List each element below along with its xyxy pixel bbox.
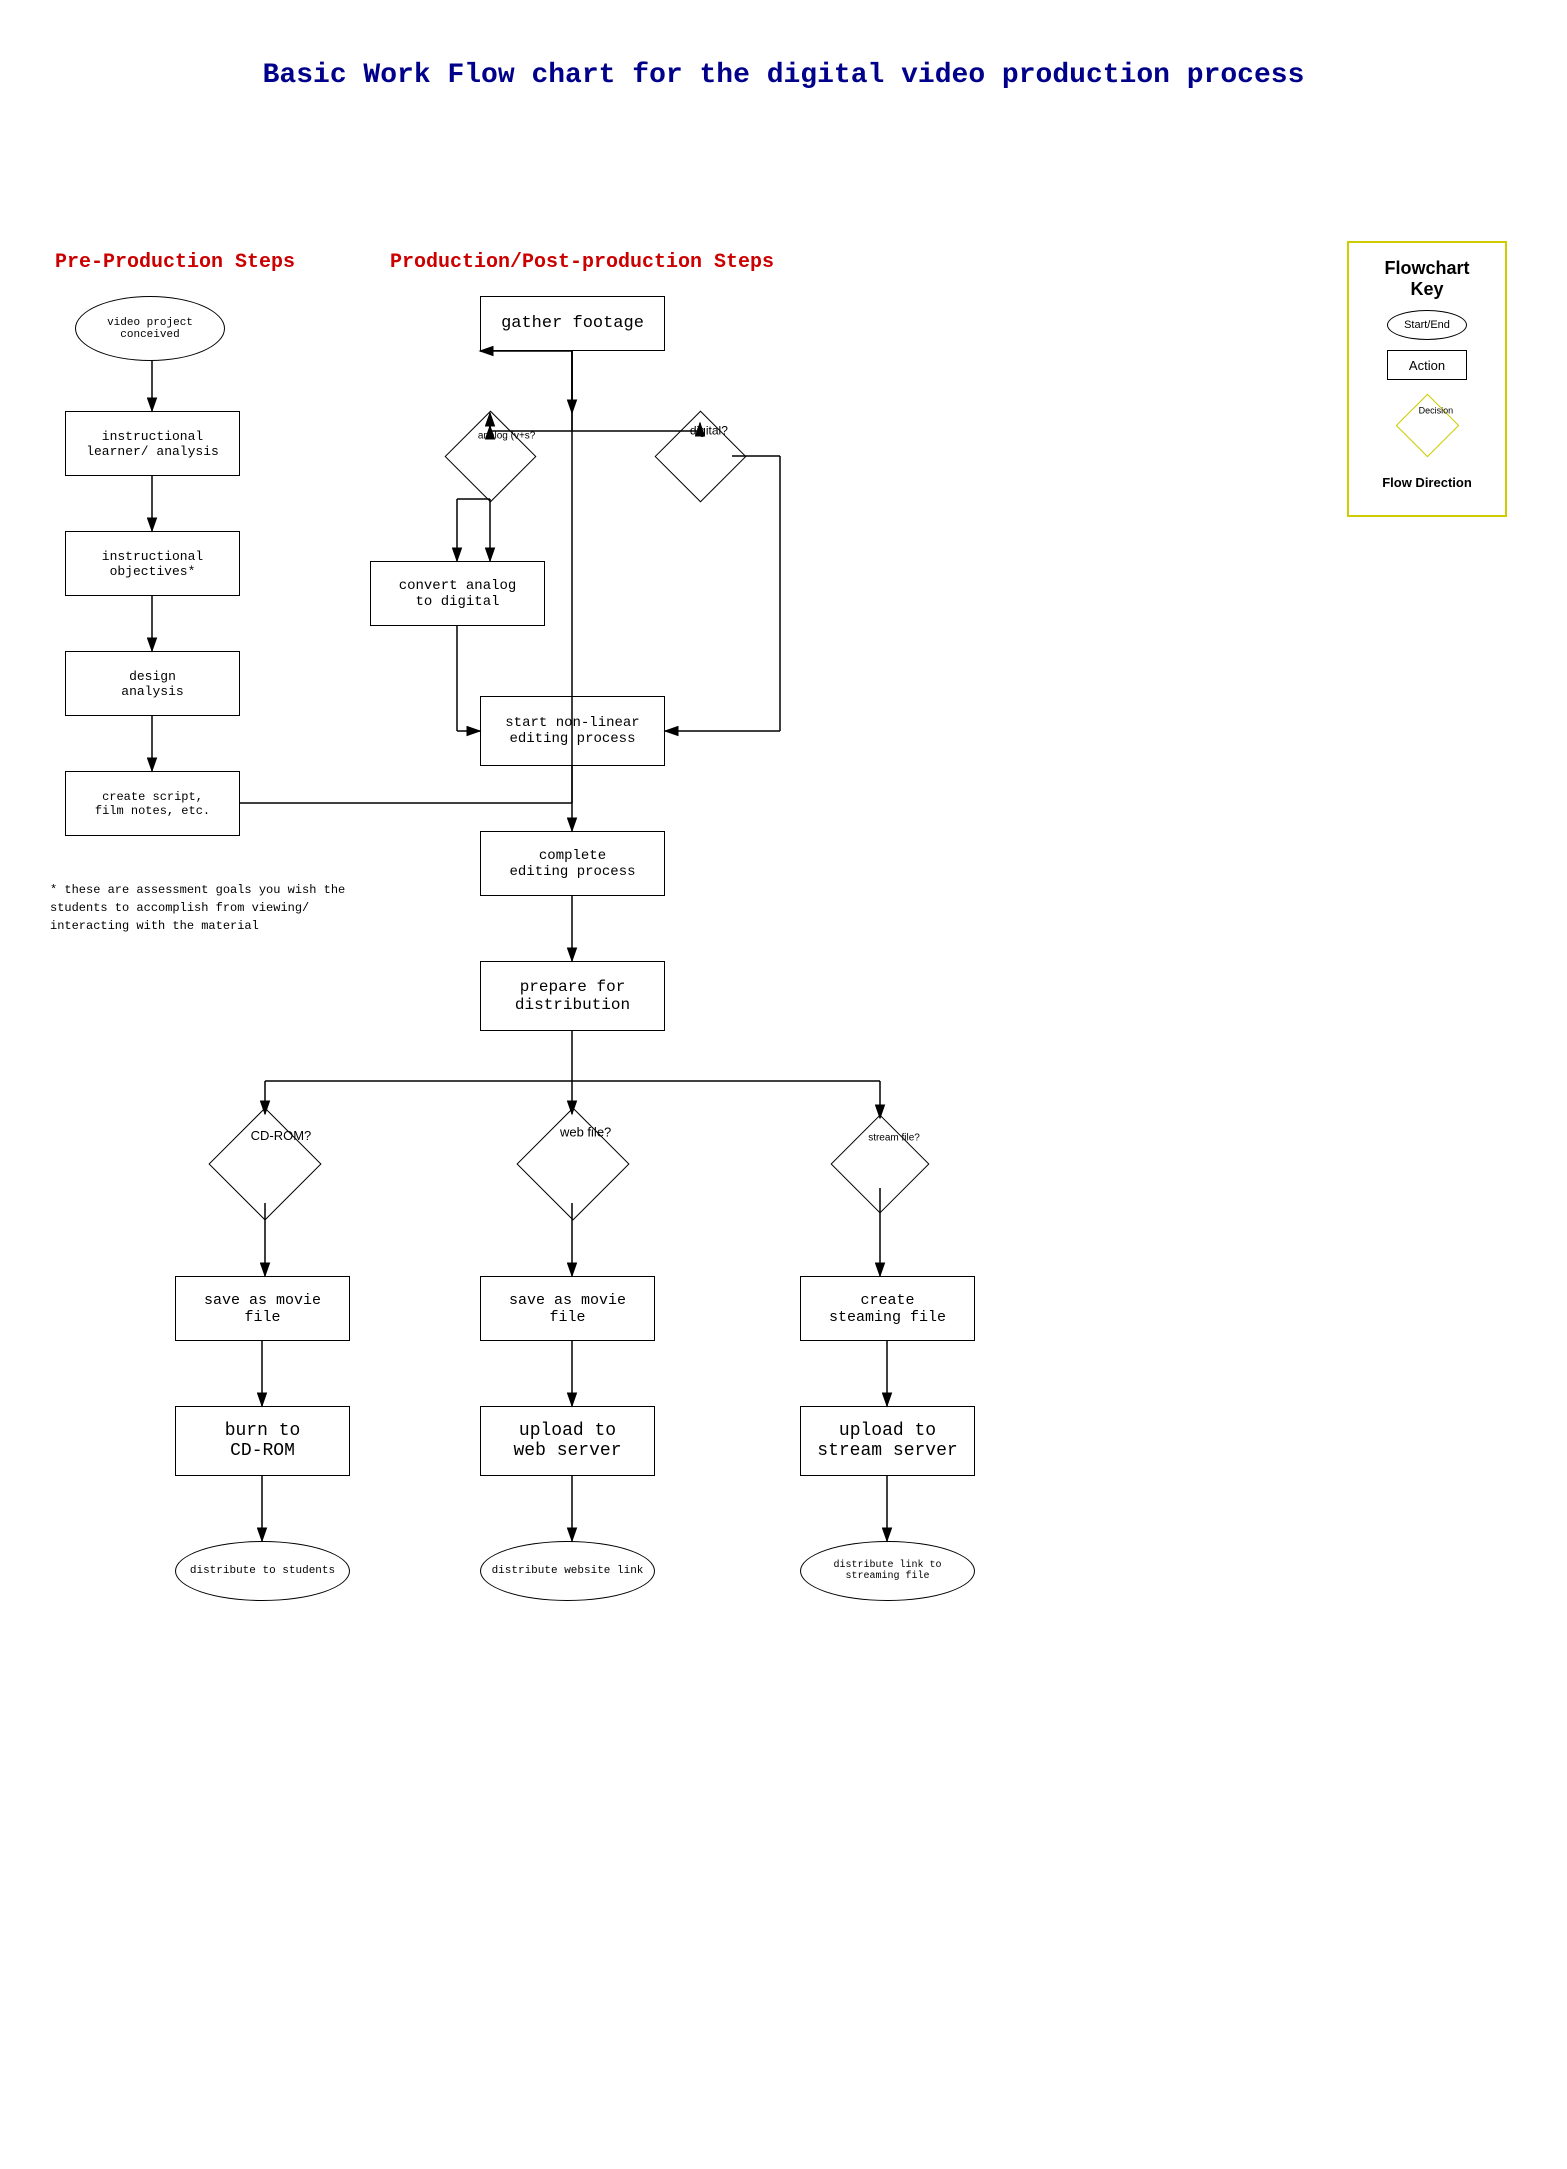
- digital-decision-node: digital?: [620, 411, 780, 501]
- prepare-distribution-node: prepare for distribution: [480, 961, 665, 1031]
- design-analysis-node: design analysis: [65, 651, 240, 716]
- cdrom-decision-node: CD-ROM?: [175, 1111, 355, 1216]
- gather-footage-node: gather footage: [480, 296, 665, 351]
- save-movie-web-node: save as movie file: [480, 1276, 655, 1341]
- distribute-students-node: distribute to students: [175, 1541, 350, 1601]
- key-action-shape: Action: [1387, 350, 1467, 380]
- convert-analog-node: convert analog to digital: [370, 561, 545, 626]
- distribute-website-node: distribute website link: [480, 1541, 655, 1601]
- instructional-objectives-node: instructional objectives*: [65, 531, 240, 596]
- upload-web-node: upload to web server: [480, 1406, 655, 1476]
- page-title: Basic Work Flow chart for the digital vi…: [0, 0, 1567, 121]
- key-decision-shape: Decision: [1395, 393, 1459, 457]
- analog-decision-node: analog (v+s?: [410, 411, 570, 501]
- video-project-node: video project conceived: [75, 296, 225, 361]
- flowchart-key: Flowchart Key Start/End Action Decision …: [1347, 241, 1507, 517]
- key-title: Flowchart Key: [1369, 258, 1485, 300]
- complete-editing-node: complete editing process: [480, 831, 665, 896]
- burn-cdrom-node: burn to CD-ROM: [175, 1406, 350, 1476]
- web-decision-node: web file?: [480, 1111, 665, 1216]
- production-header: Production/Post-production Steps: [390, 251, 774, 274]
- pre-production-header: Pre-Production Steps: [55, 251, 295, 274]
- start-nonlinear-node: start non-linear editing process: [480, 696, 665, 766]
- create-streaming-node: create steaming file: [800, 1276, 975, 1341]
- note-text: * these are assessment goals you wish th…: [50, 881, 350, 935]
- create-script-node: create script, film notes, etc.: [65, 771, 240, 836]
- instructional-learner-node: instructional learner/ analysis: [65, 411, 240, 476]
- distribute-streaming-node: distribute link to streaming file: [800, 1541, 975, 1601]
- key-flow-label: Flow Direction: [1382, 475, 1472, 490]
- stream-decision-node: stream file?: [800, 1111, 960, 1216]
- upload-stream-node: upload to stream server: [800, 1406, 975, 1476]
- save-movie-cdrom-node: save as movie file: [175, 1276, 350, 1341]
- key-start-end-shape: Start/End: [1387, 310, 1467, 340]
